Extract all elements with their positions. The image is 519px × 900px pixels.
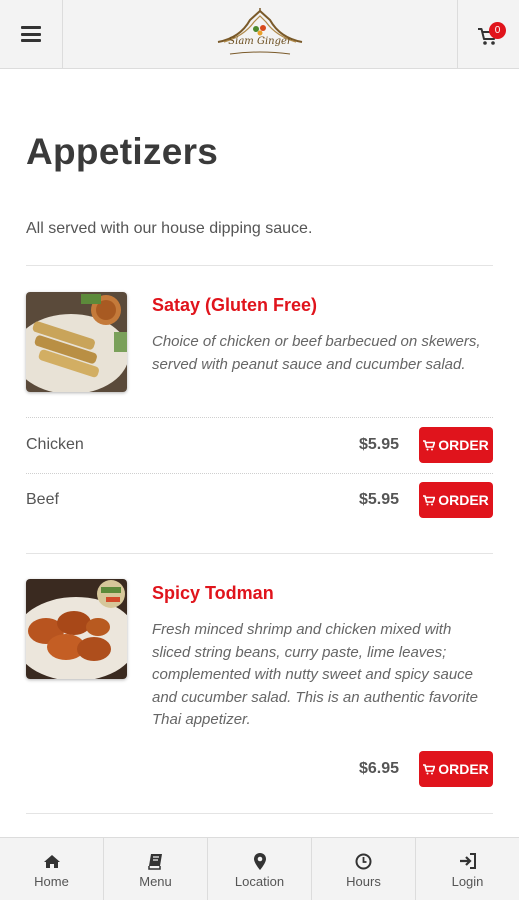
nav-label: Home [34,874,69,889]
bottom-navigation: Home Menu Location Hours Login [0,837,519,900]
order-button[interactable]: ORDER [419,482,493,518]
divider [26,265,493,266]
nav-home[interactable]: Home [0,838,104,900]
option-price: $6.95 [358,760,399,777]
sign-in-icon [459,852,477,870]
option-price: $5.95 [358,436,399,453]
order-button[interactable]: ORDER [419,427,493,463]
option-divider [26,417,493,418]
nav-label: Menu [139,874,172,889]
cart-icon [423,439,436,450]
option-divider [26,473,493,474]
cart-icon [423,494,436,505]
divider [26,553,493,554]
home-icon [43,852,61,870]
nav-hours[interactable]: Hours [312,838,416,900]
satay-image[interactable] [26,292,127,392]
order-button-label: ORDER [438,437,489,453]
menu-toggle-button[interactable] [0,0,63,68]
page-title: Appetizers [26,131,219,172]
pagoda-logo-icon [217,6,303,55]
spicy-todman-image[interactable] [26,579,127,679]
satay-photo [26,292,127,392]
map-marker-icon [253,852,266,870]
item-description: Fresh minced shrimp and chicken mixed wi… [152,621,479,728]
nav-menu[interactable]: Menu [104,838,208,900]
order-button[interactable]: ORDER [419,751,493,787]
nav-location[interactable]: Location [208,838,312,900]
book-icon [147,852,164,870]
logo[interactable]: Siam Ginger [210,6,310,62]
nav-label: Hours [346,874,381,889]
item-title: Satay (Gluten Free) [152,295,318,315]
hamburger-icon [21,26,41,42]
option-label: Beef [26,491,59,508]
nav-label: Location [234,874,285,889]
option-label: Chicken [26,436,84,453]
clock-icon [355,852,372,870]
item-title: Spicy Todman [152,583,274,603]
option-price: $5.95 [358,491,399,508]
cart-button[interactable]: 0 [457,0,519,68]
divider [26,813,493,814]
page-subtitle: All served with our house dipping sauce. [26,220,313,237]
cart-icon [423,763,436,774]
top-bar: Siam Ginger 0 [0,0,519,69]
item-description: Choice of chicken or beef barbecued on s… [152,333,481,373]
order-button-label: ORDER [438,492,489,508]
nav-login[interactable]: Login [416,838,519,900]
order-button-label: ORDER [438,761,489,777]
logo-text: Siam Ginger [228,36,292,47]
nav-label: Login [451,874,484,889]
cart-count-badge: 0 [489,22,506,39]
spicy-todman-photo [26,579,127,679]
